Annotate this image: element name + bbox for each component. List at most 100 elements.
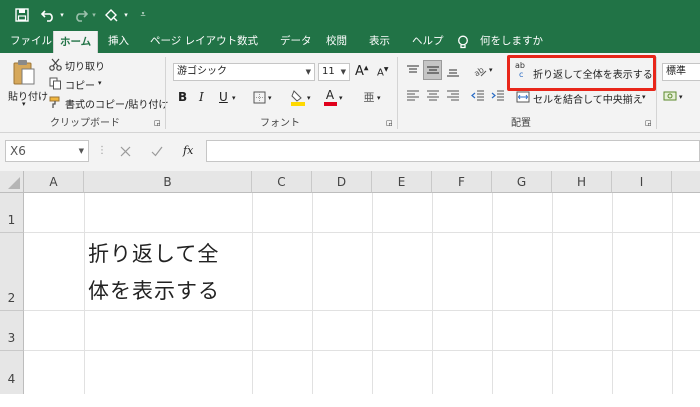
customize-qat-icon[interactable]: ⩡ (138, 8, 148, 22)
phonetic-dropdown-icon[interactable]: ▾ (377, 94, 381, 102)
cut-icon[interactable] (48, 57, 62, 71)
font-group-label: フォント (260, 118, 300, 129)
align-right-icon[interactable] (445, 89, 460, 103)
copy-icon[interactable] (48, 76, 62, 90)
formula-bar: X6 ▼ ⋮ fx (0, 133, 700, 171)
underline-dropdown-icon[interactable]: ▾ (232, 94, 236, 102)
align-left-icon[interactable] (405, 89, 420, 103)
ribbon-tabs: ファイル ホーム 挿入 ページ レイアウト 数式 データ 校閲 表示 ヘルプ 何… (0, 30, 700, 53)
column-header-g[interactable]: G (492, 171, 552, 193)
gridline (612, 193, 613, 394)
chevron-down-icon[interactable]: ▼ (79, 141, 84, 161)
formula-input[interactable] (206, 140, 700, 162)
gridline (672, 193, 673, 394)
grow-font-button[interactable]: A▲ (355, 64, 369, 79)
gridline (24, 310, 700, 311)
align-center-icon[interactable] (425, 89, 440, 103)
phonetic-icon[interactable]: 亜 (362, 90, 376, 104)
confirm-entry-icon[interactable] (150, 144, 164, 158)
column-header-i[interactable]: I (612, 171, 672, 193)
column-header-next[interactable] (672, 171, 700, 193)
borders-dropdown-icon[interactable]: ▾ (268, 94, 272, 102)
touch-dropdown-icon[interactable]: ▾ (122, 9, 130, 21)
merge-center-label: セルを結合して中央揃え (533, 95, 643, 106)
row-header-2[interactable]: 2 (0, 233, 24, 311)
column-header-c[interactable]: C (252, 171, 312, 193)
italic-button[interactable]: I (199, 90, 204, 104)
redo-icon[interactable] (72, 7, 88, 23)
tab-file[interactable]: ファイル (10, 30, 52, 53)
column-header-e[interactable]: E (372, 171, 432, 193)
column-header-b[interactable]: B (84, 171, 252, 193)
font-color-dropdown-icon[interactable]: ▾ (339, 94, 343, 102)
underline-button[interactable]: U (219, 90, 228, 104)
align-bottom-icon[interactable] (445, 63, 460, 78)
font-launcher-icon[interactable]: ◲ (386, 119, 393, 127)
cell-b2[interactable]: 折り返して全 体を表示する (88, 236, 248, 310)
redo-dropdown-icon[interactable]: ▾ (90, 9, 98, 21)
cell-b2-line-1: 折り返して全 (88, 242, 220, 266)
tab-data[interactable]: データ (280, 30, 312, 53)
gridline (84, 193, 85, 394)
name-box[interactable]: X6 ▼ (5, 140, 89, 162)
tab-review[interactable]: 校閲 (326, 30, 347, 53)
tab-formulas[interactable]: 数式 (237, 30, 258, 53)
grow-font-label: A (355, 64, 364, 79)
font-name-select[interactable]: 游ゴシック ▼ (173, 63, 315, 81)
decrease-indent-icon[interactable] (470, 89, 485, 103)
copy-dropdown-icon[interactable]: ▾ (98, 79, 102, 87)
orientation-dropdown-icon[interactable]: ▾ (489, 66, 493, 74)
font-size-select[interactable]: 11 ▼ (318, 63, 350, 81)
align-top-icon[interactable] (405, 63, 420, 78)
format-painter-label[interactable]: 書式のコピー/貼り付け (65, 96, 168, 111)
touch-mode-icon[interactable] (104, 7, 120, 23)
cut-label[interactable]: 切り取り (65, 58, 105, 73)
column-header-f[interactable]: F (432, 171, 492, 193)
fill-color-dropdown-icon[interactable]: ▾ (307, 94, 311, 102)
shrink-font-button[interactable]: A▼ (377, 66, 388, 78)
tab-view[interactable]: 表示 (369, 30, 390, 53)
paste-dropdown-icon[interactable]: ▾ (22, 100, 26, 108)
column-header-d[interactable]: D (312, 171, 372, 193)
font-color-icon[interactable]: A (323, 88, 337, 106)
currency-icon[interactable] (663, 89, 677, 103)
fill-color-icon[interactable] (291, 88, 305, 106)
select-all-button[interactable] (0, 171, 24, 193)
clipboard-launcher-icon[interactable]: ◲ (154, 119, 161, 127)
currency-dropdown-icon[interactable]: ▾ (679, 93, 683, 101)
merge-center-button[interactable]: セルを結合して中央揃え ▾ (514, 89, 650, 107)
tab-home[interactable]: ホーム (53, 31, 99, 53)
align-middle-icon[interactable] (423, 60, 442, 80)
bold-button[interactable]: B (178, 90, 187, 104)
borders-icon[interactable] (252, 90, 266, 104)
divider (165, 57, 166, 129)
insert-function-button[interactable]: fx (183, 144, 193, 157)
row-header-4[interactable]: 4 (0, 351, 24, 394)
font-name-value: 游ゴシック (177, 66, 227, 77)
undo-dropdown-icon[interactable]: ▾ (58, 9, 66, 21)
alignment-launcher-icon[interactable]: ◲ (645, 119, 652, 127)
paste-label[interactable]: 貼り付け (8, 88, 48, 103)
column-header-a[interactable]: A (24, 171, 84, 193)
column-header-h[interactable]: H (552, 171, 612, 193)
increase-indent-icon[interactable] (490, 89, 505, 103)
row-header-1[interactable]: 1 (0, 193, 24, 233)
tab-help[interactable]: ヘルプ (412, 30, 444, 53)
tab-page-layout[interactable]: ページ レイアウト (150, 30, 237, 53)
gridline (24, 232, 700, 233)
number-format-select[interactable]: 標準 (662, 63, 700, 81)
orientation-icon[interactable]: ab (471, 62, 487, 78)
undo-icon[interactable] (40, 7, 56, 23)
copy-label[interactable]: コピー (65, 77, 95, 92)
highlight-box (507, 55, 656, 91)
format-painter-icon[interactable] (48, 95, 62, 109)
tab-insert[interactable]: 挿入 (108, 30, 129, 53)
paste-icon[interactable] (11, 58, 37, 86)
save-icon[interactable] (14, 7, 30, 23)
name-box-value: X6 (10, 144, 26, 158)
tell-me-search[interactable]: 何をしますか (480, 30, 543, 53)
formula-bar-grip-icon[interactable]: ⋮ (97, 145, 107, 156)
cancel-entry-icon[interactable] (118, 144, 132, 158)
merge-dropdown-icon[interactable]: ▾ (642, 93, 646, 101)
row-header-3[interactable]: 3 (0, 311, 24, 351)
